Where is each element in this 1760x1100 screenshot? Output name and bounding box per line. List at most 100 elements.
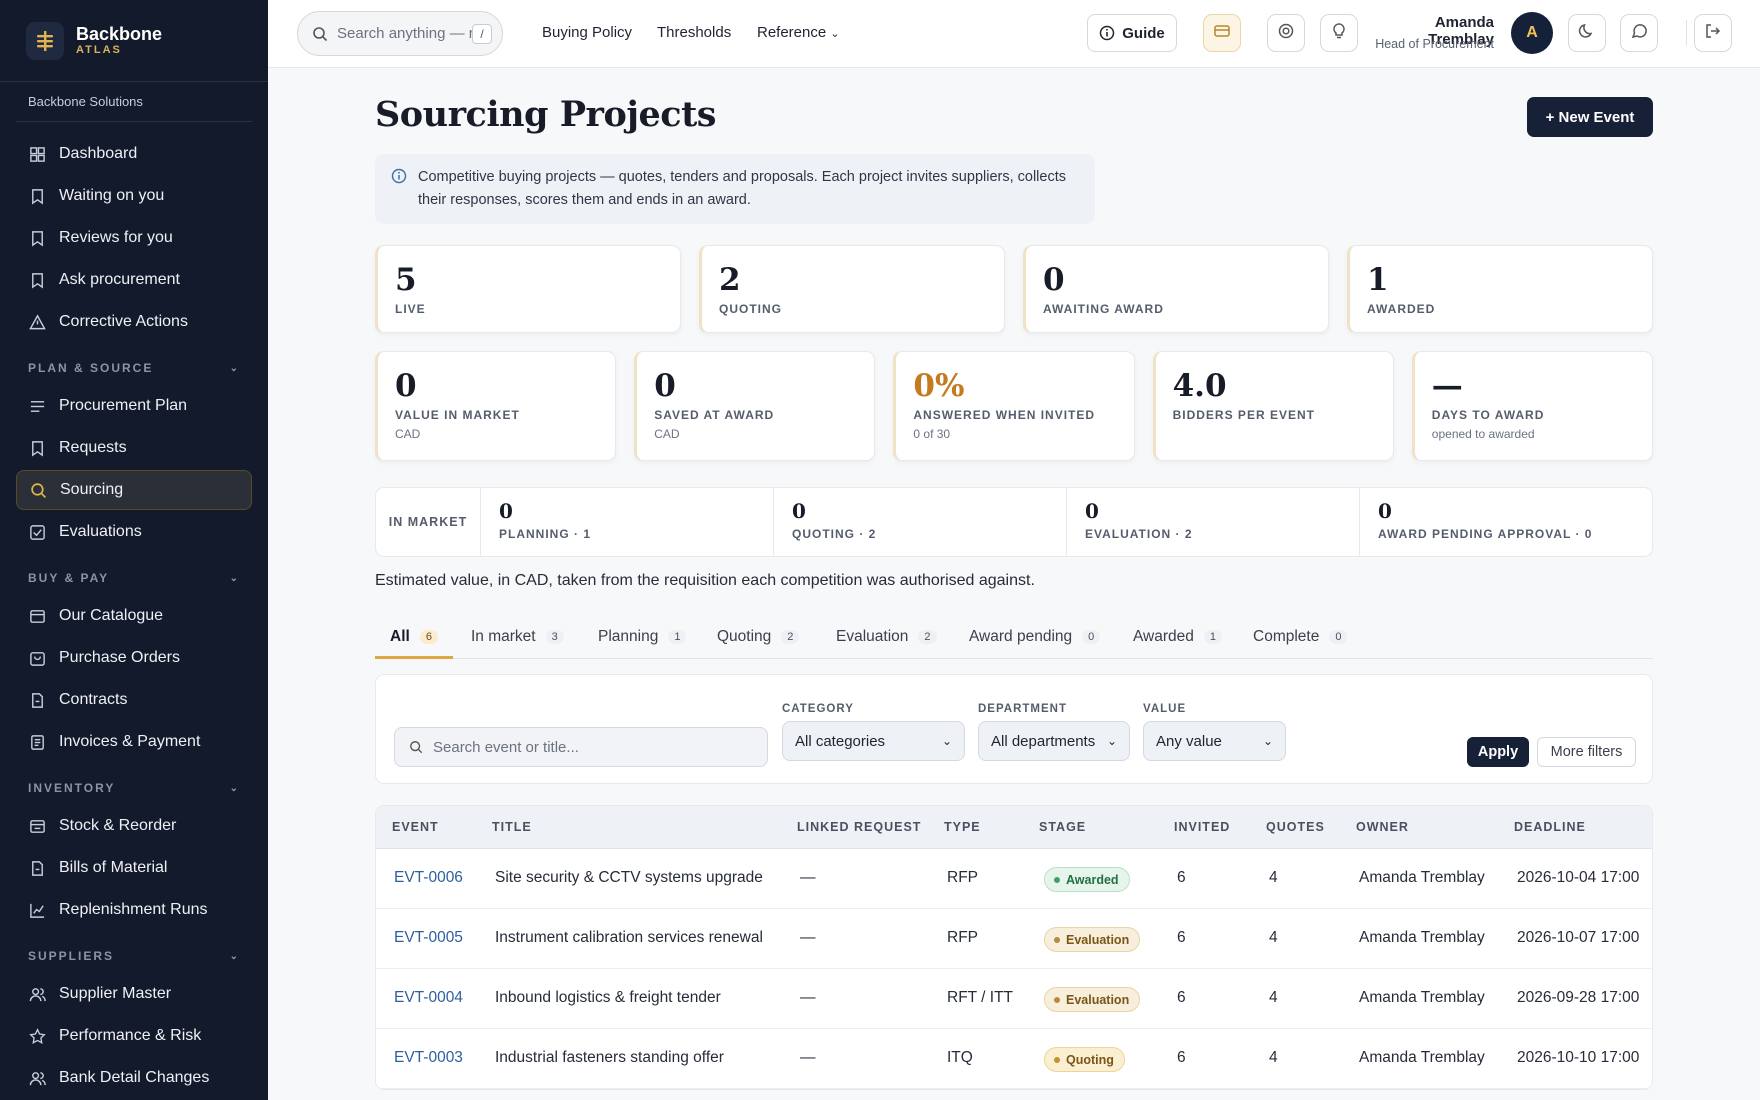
table-row[interactable]: EVT-0005 Instrument calibration services …: [376, 909, 1652, 969]
stage-evaluation[interactable]: 0 EVALUATION · 2: [1067, 488, 1360, 556]
divider: [1686, 20, 1687, 46]
tab-quoting[interactable]: Quoting 2: [717, 618, 800, 659]
org-name[interactable]: Backbone Solutions: [16, 82, 252, 122]
column-header-owner[interactable]: OWNER: [1356, 820, 1409, 834]
stage-quoting[interactable]: 0 QUOTING · 2: [774, 488, 1067, 556]
new-event-button[interactable]: + New Event: [1527, 97, 1653, 137]
sidebar-item-bills-of-material[interactable]: Bills of Material: [16, 848, 252, 888]
sidebar-item-sourcing[interactable]: Sourcing: [16, 470, 252, 510]
kpi-card-days-to-award[interactable]: — DAYS TO AWARD opened to awarded: [1411, 351, 1653, 461]
theme-toggle-button[interactable]: [1568, 14, 1606, 52]
sidebar-item-bank-detail-changes[interactable]: Bank Detail Changes: [16, 1058, 252, 1098]
table-row[interactable]: EVT-0006 Site security & CCTV systems upg…: [376, 849, 1652, 909]
sidebar-item-supplier-master[interactable]: Supplier Master: [16, 974, 252, 1014]
tab-in-market[interactable]: In market 3: [471, 618, 564, 659]
sidebar-item-procurement-plan[interactable]: Procurement Plan: [16, 386, 252, 426]
department-select[interactable]: All departments ⌄: [978, 721, 1130, 761]
tab-awarded[interactable]: Awarded 1: [1133, 618, 1223, 659]
kpi-card-live[interactable]: 5 LIVE: [375, 245, 681, 333]
sidebar-item-waiting-on-you[interactable]: Waiting on you: [16, 176, 252, 216]
event-link[interactable]: EVT-0006: [394, 869, 463, 887]
event-link[interactable]: EVT-0005: [394, 929, 463, 947]
column-header-invited[interactable]: INVITED: [1174, 820, 1230, 834]
sidebar-item-dashboard[interactable]: Dashboard: [16, 134, 252, 174]
kpi-card-bidders-per-event[interactable]: 4.0 BIDDERS PER EVENT: [1152, 351, 1394, 461]
value-select[interactable]: Any value ⌄: [1143, 721, 1286, 761]
kpi-card-saved-at-award[interactable]: 0 SAVED AT AWARD CAD: [634, 351, 876, 461]
stage-label: QUOTING · 2: [792, 527, 877, 541]
table-row[interactable]: EVT-0003 Industrial fasteners standing of…: [376, 1029, 1652, 1089]
tab-all[interactable]: All 6: [375, 618, 453, 659]
bookmark-icon: [28, 439, 46, 457]
sidebar-item-requests[interactable]: Requests: [16, 428, 252, 468]
column-header-stage[interactable]: STAGE: [1039, 820, 1086, 834]
tab-award-pending[interactable]: Award pending 0: [969, 618, 1101, 659]
sidebar-item-purchase-orders[interactable]: Purchase Orders: [16, 638, 252, 678]
chevron-down-icon: ⌄: [1106, 734, 1117, 748]
column-header-quotes[interactable]: QUOTES: [1266, 820, 1325, 834]
event-link[interactable]: EVT-0003: [394, 1049, 463, 1067]
sidebar-item-invoices-payment[interactable]: Invoices & Payment: [16, 722, 252, 762]
stage-value: 0: [1085, 499, 1099, 523]
sidebar-item-stock-reorder[interactable]: Stock & Reorder: [16, 806, 252, 846]
sidebar-item-label: Procurement Plan: [59, 397, 188, 414]
kpi-card-awarded[interactable]: 1 AWARDED: [1347, 245, 1653, 333]
sidebar-item-performance-risk[interactable]: Performance & Risk: [16, 1016, 252, 1056]
nav-link-reference[interactable]: Reference ⌄: [757, 24, 840, 41]
sidebar-item-reviews-for-you[interactable]: Reviews for you: [16, 218, 252, 258]
column-header-type[interactable]: TYPE: [944, 820, 981, 834]
global-search-input[interactable]: Search anything — re /: [297, 11, 503, 56]
wallet-button[interactable]: [1203, 14, 1241, 52]
tab-evaluation[interactable]: Evaluation 2: [836, 618, 937, 659]
tab-count-badge: 1: [1203, 630, 1223, 644]
kpi-card-awaiting-award[interactable]: 0 AWAITING AWARD: [1023, 245, 1329, 333]
table-row[interactable]: EVT-0004 Inbound logistics & freight tend…: [376, 969, 1652, 1029]
tab-planning[interactable]: Planning 1: [598, 618, 687, 659]
sidebar-nav: Dashboard Waiting on you Reviews for you As…: [0, 122, 268, 1100]
stage-award-pending[interactable]: 0 AWARD PENDING APPROVAL · 0: [1360, 488, 1652, 556]
avatar[interactable]: A: [1511, 12, 1553, 54]
event-search-input[interactable]: Search event or title...: [394, 727, 768, 767]
guide-button[interactable]: Guide: [1087, 14, 1177, 52]
column-header-event[interactable]: EVENT: [392, 820, 439, 834]
brand[interactable]: Backbone ATLAS: [0, 0, 268, 82]
tips-button[interactable]: [1320, 14, 1358, 52]
cell-invited: 6: [1177, 1049, 1186, 1066]
kpi-card-answered-when-invited[interactable]: 0% ANSWERED WHEN INVITED 0 of 30: [893, 351, 1135, 461]
sidebar-item-evaluations[interactable]: Evaluations: [16, 512, 252, 552]
sidebar-item-label: Our Catalogue: [59, 607, 164, 624]
kpi-card-value-in-market[interactable]: 0 VALUE IN MARKET CAD: [375, 351, 617, 461]
more-filters-button[interactable]: More filters: [1537, 737, 1636, 767]
feedback-button[interactable]: [1620, 14, 1658, 52]
sidebar-section-inventory[interactable]: INVENTORY ⌄: [28, 770, 240, 806]
sidebar-item-our-catalogue[interactable]: Our Catalogue: [16, 596, 252, 636]
stage-planning[interactable]: 0 PLANNING · 1: [481, 488, 774, 556]
sidebar-section-plan-source[interactable]: PLAN & SOURCE ⌄: [28, 350, 240, 386]
kpi-value: —: [1431, 368, 1463, 404]
section-title: INVENTORY: [28, 781, 116, 795]
kpi-card-quoting[interactable]: 2 QUOTING: [699, 245, 1005, 333]
sidebar-section-suppliers[interactable]: SUPPLIERS ⌄: [28, 938, 240, 974]
nav-link-buying-policy[interactable]: Buying Policy: [542, 24, 632, 41]
column-header-linked-request[interactable]: LINKED REQUEST: [797, 820, 921, 834]
sidebar-item-contracts[interactable]: Contracts: [16, 680, 252, 720]
support-button[interactable]: [1267, 14, 1305, 52]
sidebar-item-corrective-actions[interactable]: Corrective Actions: [16, 302, 252, 342]
nav-link-thresholds[interactable]: Thresholds: [657, 24, 731, 41]
event-link[interactable]: EVT-0004: [394, 989, 463, 1007]
category-select[interactable]: All categories ⌄: [782, 721, 965, 761]
kpi-value: 4.0: [1172, 368, 1227, 404]
kpi-label: AWAITING AWARD: [1043, 302, 1164, 316]
column-header-title[interactable]: TITLE: [492, 820, 532, 834]
column-header-deadline[interactable]: DEADLINE: [1514, 820, 1586, 834]
tab-complete[interactable]: Complete 0: [1253, 618, 1348, 659]
page-title: Sourcing Projects: [375, 94, 716, 135]
cell-deadline: 2026-09-28 17:00: [1517, 989, 1640, 1006]
sign-out-button[interactable]: [1694, 14, 1732, 52]
reference-label: Reference: [757, 24, 827, 41]
sidebar-item-replenishment-runs[interactable]: Replenishment Runs: [16, 890, 252, 930]
sidebar-item-ask-procurement[interactable]: Ask procurement: [16, 260, 252, 300]
sidebar-section-buy-pay[interactable]: BUY & PAY ⌄: [28, 560, 240, 596]
apply-button[interactable]: Apply: [1467, 737, 1529, 767]
kpi-value: 0: [654, 368, 676, 404]
